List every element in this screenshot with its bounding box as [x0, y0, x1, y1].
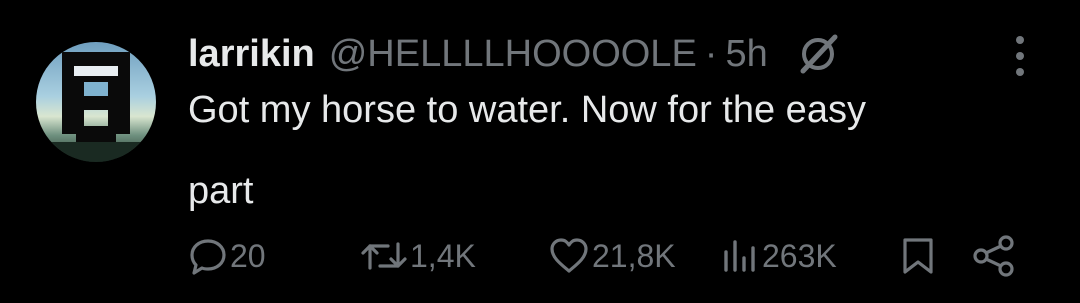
views-chart-icon [720, 236, 760, 276]
reply-icon [188, 236, 228, 276]
avatar-image [36, 52, 156, 162]
heart-icon [548, 236, 590, 276]
retweet-count: 1,4K [410, 237, 476, 274]
tweet-text: Got my horse to water. Now for the easy … [188, 90, 1028, 211]
share-button[interactable] [972, 230, 1016, 282]
reply-count: 20 [230, 237, 266, 274]
like-count: 21,8K [592, 237, 676, 274]
action-bar: 20 1,4K 21,8K 263K [188, 230, 1038, 282]
bookmark-icon [900, 236, 936, 276]
like-button[interactable]: 21,8K [548, 230, 676, 282]
views-count: 263K [762, 237, 837, 274]
avatar[interactable] [36, 42, 156, 162]
separator-dot: · [704, 32, 718, 75]
tweet-text-line: Got my horse to water. Now for the easy [188, 89, 866, 131]
views-button[interactable]: 263K [720, 230, 837, 282]
timestamp[interactable]: 5h [725, 33, 767, 76]
tweet-header: larrikin @HELLLLHOOOOLE · 5h [188, 28, 842, 80]
author-name[interactable]: larrikin [188, 33, 315, 76]
reply-button[interactable]: 20 [188, 230, 266, 282]
share-icon [972, 234, 1016, 278]
retweet-icon [360, 236, 408, 276]
grok-icon[interactable] [794, 30, 842, 78]
author-handle[interactable]: @HELLLLHOOOOLE [329, 33, 697, 76]
more-options-icon[interactable] [1006, 36, 1034, 76]
bookmark-button[interactable] [900, 230, 936, 282]
tweet-text-line: part [188, 170, 254, 212]
retweet-button[interactable]: 1,4K [360, 230, 476, 282]
